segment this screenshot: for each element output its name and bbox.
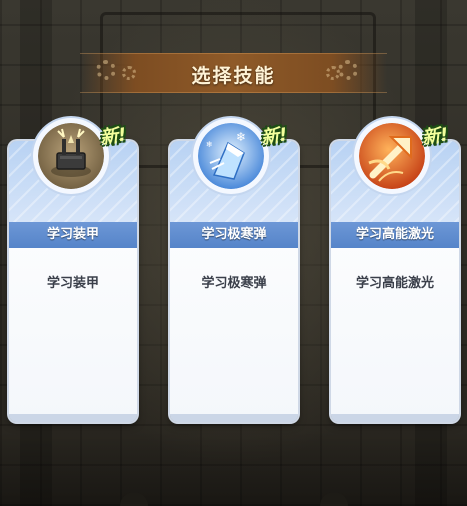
skill-name: 学习高能激光	[331, 222, 459, 248]
new-badge: 新!	[420, 124, 450, 149]
skill-name: 学习极寒弹	[170, 222, 298, 248]
skill-description: 学习极寒弹	[201, 276, 267, 291]
skill-icon-frame	[354, 118, 430, 194]
gear-icon	[122, 66, 136, 80]
frost-bullet-icon: ❄ ❄	[198, 123, 264, 189]
svg-text:❄: ❄	[236, 130, 246, 144]
skill-icon-frame	[33, 118, 109, 194]
gear-icon	[326, 66, 340, 80]
skill-description: 学习装甲	[46, 276, 99, 291]
card-edge	[170, 414, 298, 422]
card-edge	[9, 414, 137, 422]
gear-icon	[96, 60, 116, 80]
skill-description: 学习高能激光	[355, 276, 434, 291]
armor-turret-icon	[38, 123, 104, 189]
skill-name: 学习装甲	[9, 222, 137, 248]
card-edge	[331, 414, 459, 422]
skill-icon-frame: ❄ ❄	[193, 118, 269, 194]
gear-icon	[338, 60, 358, 80]
background-floor	[0, 431, 467, 506]
svg-text:❄: ❄	[206, 140, 213, 149]
laser-arrow-icon	[359, 123, 425, 189]
new-badge: 新!	[98, 124, 128, 149]
new-badge: 新!	[259, 124, 289, 149]
